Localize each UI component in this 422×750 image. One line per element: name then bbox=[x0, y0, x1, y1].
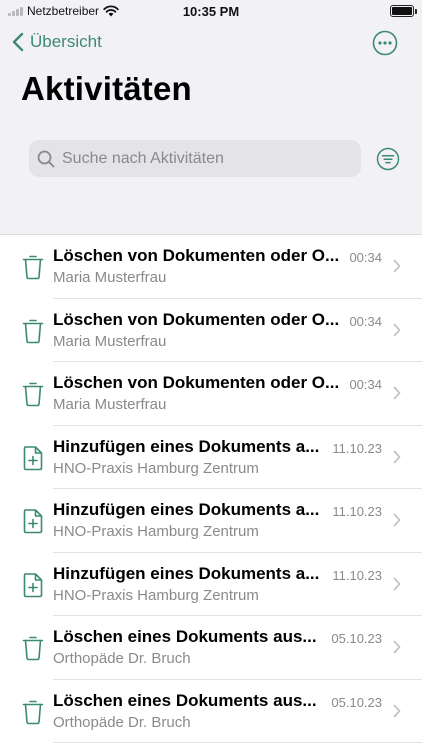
activity-time: 11.10.23 bbox=[332, 440, 382, 456]
search-input[interactable] bbox=[60, 148, 350, 169]
activity-row[interactable]: Löschen von Dokumenten oder O... Maria M… bbox=[0, 235, 422, 299]
chevron-right-icon bbox=[393, 450, 401, 463]
activity-subtitle: HNO-Praxis Hamburg Zentrum bbox=[53, 459, 259, 477]
header-area: Netzbetreiber 10:35 PM Übersicht Aktivit… bbox=[0, 0, 422, 235]
trash-icon bbox=[22, 381, 44, 407]
chevron-right-icon bbox=[393, 259, 401, 273]
trash-icon bbox=[22, 318, 44, 344]
document-add-icon bbox=[22, 508, 44, 534]
activity-title: Löschen eines Dokuments aus... bbox=[53, 690, 317, 710]
status-time: 10:35 PM bbox=[182, 4, 240, 19]
chevron-right-icon bbox=[393, 577, 401, 590]
search-icon bbox=[37, 150, 55, 167]
chevron-right-icon bbox=[393, 386, 401, 400]
document-add-icon bbox=[22, 572, 44, 598]
activity-subtitle: Maria Musterfrau bbox=[53, 332, 167, 350]
activity-list: Löschen von Dokumenten oder O... Maria M… bbox=[0, 235, 422, 743]
more-options-icon[interactable] bbox=[372, 30, 398, 56]
back-label: Übersicht bbox=[30, 32, 102, 51]
chevron-right-icon bbox=[393, 704, 401, 717]
activity-row[interactable]: Hinzufügen eines Dokuments a... HNO-Prax… bbox=[0, 426, 422, 490]
activity-subtitle: Maria Musterfrau bbox=[53, 396, 167, 413]
activity-row[interactable]: Löschen eines Dokuments aus... Orthopäde… bbox=[0, 680, 422, 744]
activity-time: 00:34 bbox=[349, 313, 382, 329]
trash-icon bbox=[22, 254, 44, 280]
document-add-icon bbox=[22, 445, 44, 471]
activity-title: Hinzufügen eines Dokuments a... bbox=[53, 500, 320, 519]
activity-subtitle: HNO-Praxis Hamburg Zentrum bbox=[53, 523, 259, 540]
navigation-bar: Übersicht bbox=[0, 30, 422, 60]
activity-subtitle: Orthopäde Dr. Bruch bbox=[53, 650, 191, 667]
activity-time: 05.10.23 bbox=[331, 631, 382, 646]
activity-row[interactable]: Hinzufügen eines Dokuments a... HNO-Prax… bbox=[0, 553, 422, 617]
activity-subtitle: HNO-Praxis Hamburg Zentrum bbox=[53, 586, 259, 604]
battery-icon bbox=[390, 5, 417, 17]
activity-subtitle: Maria Musterfrau bbox=[53, 269, 167, 286]
activity-title: Hinzufügen eines Dokuments a... bbox=[53, 563, 320, 583]
filter-icon[interactable] bbox=[376, 147, 400, 171]
status-bar: Netzbetreiber 10:35 PM bbox=[0, 0, 422, 24]
chevron-right-icon bbox=[393, 513, 401, 527]
search-bar[interactable] bbox=[29, 140, 361, 177]
chevron-left-icon bbox=[12, 32, 24, 52]
activity-row[interactable]: Löschen eines Dokuments aus... Orthopäde… bbox=[0, 616, 422, 680]
activity-time: 00:34 bbox=[349, 377, 382, 392]
activity-title: Löschen von Dokumenten oder O... bbox=[53, 373, 340, 392]
screen: Netzbetreiber 10:35 PM Übersicht Aktivit… bbox=[0, 0, 422, 750]
back-button[interactable]: Übersicht bbox=[12, 32, 102, 52]
chevron-right-icon bbox=[393, 640, 401, 654]
activity-title: Löschen eines Dokuments aus... bbox=[53, 627, 317, 646]
activity-time: 11.10.23 bbox=[332, 504, 382, 519]
activity-subtitle: Orthopäde Dr. Bruch bbox=[53, 713, 191, 731]
activity-row[interactable]: Hinzufügen eines Dokuments a... HNO-Prax… bbox=[0, 489, 422, 553]
activity-time: 00:34 bbox=[349, 250, 382, 265]
activity-title: Löschen von Dokumenten oder O... bbox=[53, 246, 340, 265]
activity-time: 05.10.23 bbox=[331, 694, 382, 710]
activity-title: Hinzufügen eines Dokuments a... bbox=[53, 436, 320, 456]
activity-time: 11.10.23 bbox=[332, 567, 382, 583]
page-title: Aktivitäten bbox=[21, 70, 192, 107]
trash-icon bbox=[22, 635, 44, 661]
activity-title: Löschen von Dokumenten oder O... bbox=[53, 309, 340, 329]
trash-icon bbox=[22, 699, 44, 725]
chevron-right-icon bbox=[393, 323, 401, 336]
activity-row[interactable]: Löschen von Dokumenten oder O... Maria M… bbox=[0, 362, 422, 426]
activity-row[interactable]: Löschen von Dokumenten oder O... Maria M… bbox=[0, 299, 422, 363]
